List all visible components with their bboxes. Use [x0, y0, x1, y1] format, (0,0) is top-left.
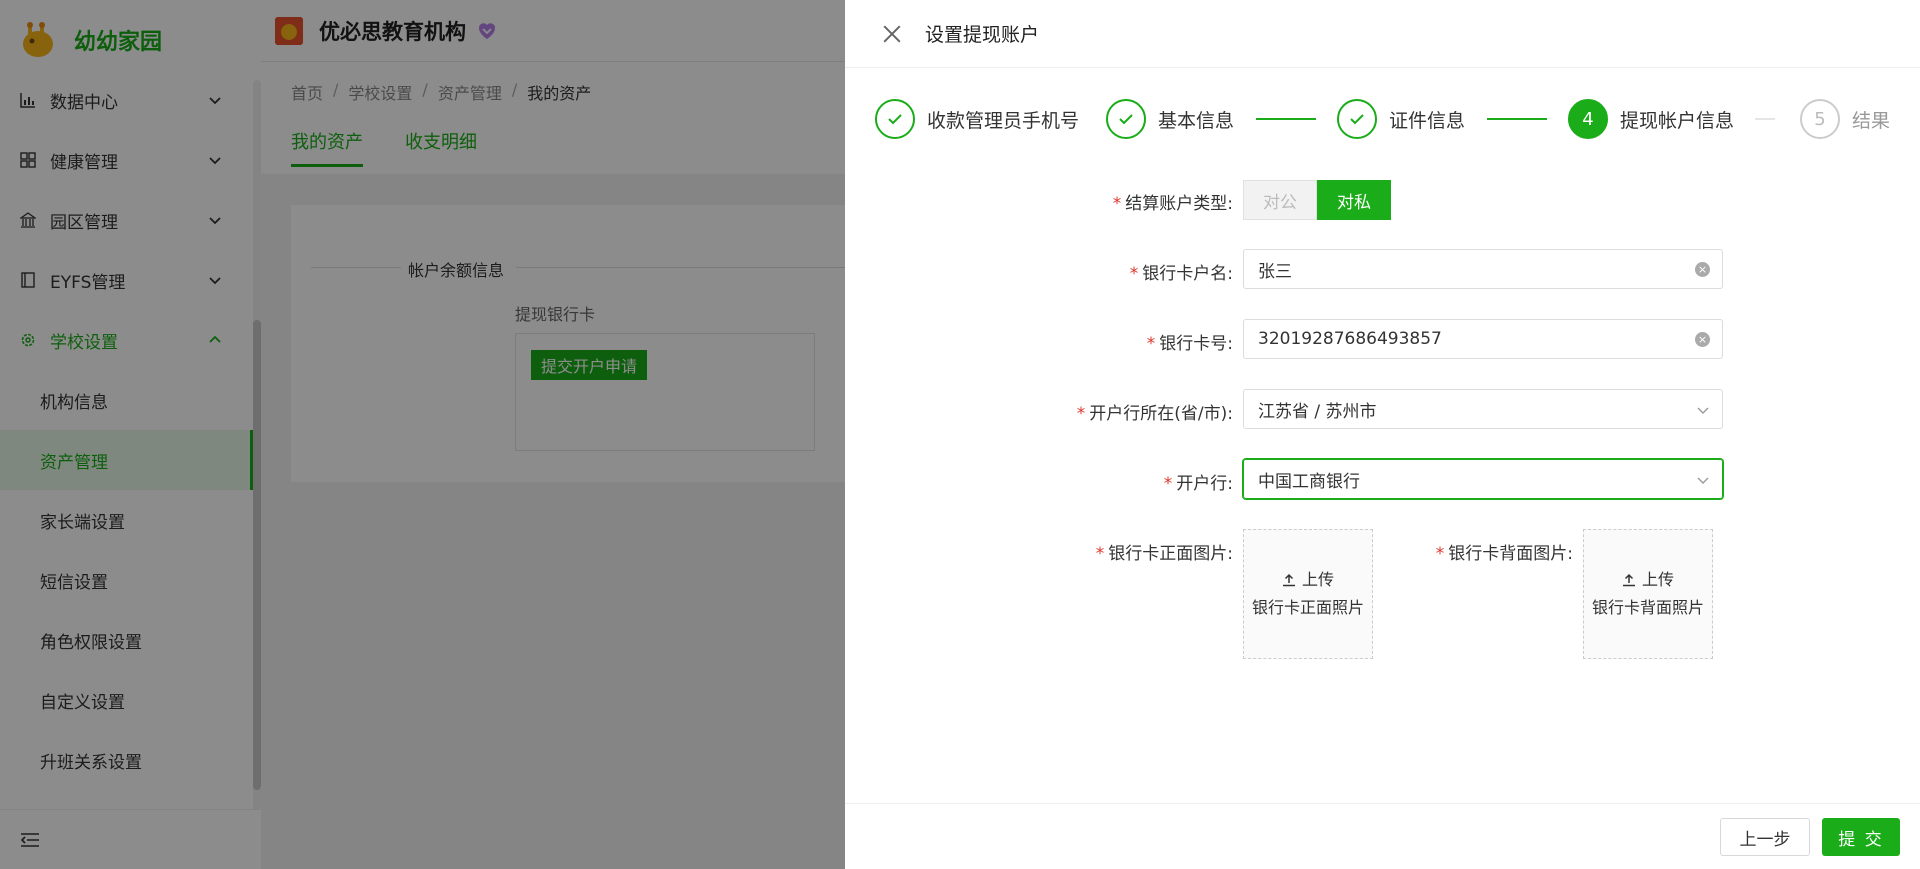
required-mark: *	[1095, 544, 1105, 564]
account-type-public[interactable]: 对公	[1243, 180, 1317, 220]
required-mark: *	[1435, 544, 1445, 564]
required-mark: *	[1146, 334, 1156, 354]
card-name-input[interactable]: 张三 ×	[1243, 249, 1723, 289]
required-mark: *	[1163, 474, 1173, 494]
upload-hint: 银行卡正面照片	[1251, 598, 1364, 617]
step-5: 5 结果	[1800, 98, 1890, 140]
step-label: 基本信息	[1158, 109, 1235, 132]
bank-label: * 开户行:	[995, 469, 1233, 494]
label-text: 开户行所在(省/市):	[1089, 404, 1233, 424]
card-number-label: * 银行卡号:	[995, 329, 1233, 354]
chevron-down-icon	[1697, 407, 1709, 414]
bank-select[interactable]: 中国工商银行	[1243, 459, 1723, 499]
close-icon[interactable]	[883, 25, 901, 43]
select-value: 江苏省 / 苏州市	[1258, 401, 1377, 422]
submit-button[interactable]: 提 交	[1822, 818, 1900, 856]
clear-icon[interactable]: ×	[1695, 262, 1710, 277]
upload-icon	[1282, 573, 1295, 587]
step-2: 基本信息	[1106, 98, 1234, 140]
required-mark: *	[1129, 264, 1139, 284]
steps: 收款管理员手机号 基本信息 证件信息 4 提现帐户信息 5 结果	[875, 98, 1900, 140]
select-value: 中国工商银行	[1258, 471, 1360, 492]
required-mark: *	[1112, 194, 1122, 214]
front-image-label: * 银行卡正面图片:	[995, 539, 1233, 564]
step-4: 4 提现帐户信息	[1568, 98, 1734, 140]
withdraw-account-drawer: 设置提现账户 收款管理员手机号 基本信息 证件信息 4 提现帐户信息 5 结果 …	[845, 0, 1920, 869]
check-icon	[1106, 99, 1146, 139]
drawer-header: 设置提现账户	[845, 0, 1920, 68]
upload-hint: 银行卡背面照片	[1591, 598, 1704, 617]
step-number: 5	[1800, 99, 1840, 139]
label-text: 银行卡背面图片:	[1448, 544, 1573, 564]
drawer-footer: 上一步 提 交	[845, 803, 1920, 869]
step-1: 收款管理员手机号	[875, 98, 1079, 140]
upload-row: 上传	[1622, 566, 1674, 594]
clear-icon[interactable]: ×	[1695, 332, 1710, 347]
upload-icon	[1622, 573, 1635, 587]
chevron-down-icon	[1697, 477, 1709, 484]
account-type-label: * 结算账户类型:	[995, 189, 1233, 214]
account-type-private[interactable]: 对私	[1317, 180, 1391, 220]
step-label: 结果	[1852, 109, 1891, 132]
check-icon	[1337, 99, 1377, 139]
input-value: 32019287686493857	[1258, 329, 1442, 349]
back-image-upload[interactable]: 上传 银行卡背面照片	[1583, 529, 1713, 659]
label-text: 开户行:	[1176, 474, 1233, 494]
step-number: 4	[1568, 99, 1608, 139]
step-label: 提现帐户信息	[1620, 109, 1735, 132]
card-name-label: * 银行卡户名:	[995, 259, 1233, 284]
input-value: 张三	[1258, 261, 1292, 282]
card-number-input[interactable]: 32019287686493857 ×	[1243, 319, 1723, 359]
account-type-toggle: 对公 对私	[1243, 180, 1391, 220]
check-icon	[875, 99, 915, 139]
label-text: 银行卡号:	[1159, 334, 1233, 354]
step-connector	[1256, 118, 1316, 120]
step-connector	[1755, 118, 1775, 120]
label-text: 银行卡户名:	[1142, 264, 1233, 284]
step-3: 证件信息	[1337, 98, 1465, 140]
bank-location-select[interactable]: 江苏省 / 苏州市	[1243, 389, 1723, 429]
bank-location-label: * 开户行所在(省/市):	[995, 399, 1233, 424]
upload-label: 上传	[1301, 570, 1334, 589]
step-connector	[1487, 118, 1547, 120]
step-label: 收款管理员手机号	[927, 109, 1080, 132]
label-text: 结算账户类型:	[1125, 194, 1233, 214]
back-image-label: * 银行卡背面图片:	[1335, 539, 1573, 564]
step-label: 证件信息	[1389, 109, 1466, 132]
required-mark: *	[1076, 404, 1086, 424]
label-text: 银行卡正面图片:	[1108, 544, 1233, 564]
drawer-title: 设置提现账户	[925, 24, 1040, 46]
upload-label: 上传	[1641, 570, 1674, 589]
upload-row: 上传	[1282, 566, 1334, 594]
previous-step-button[interactable]: 上一步	[1720, 818, 1810, 856]
